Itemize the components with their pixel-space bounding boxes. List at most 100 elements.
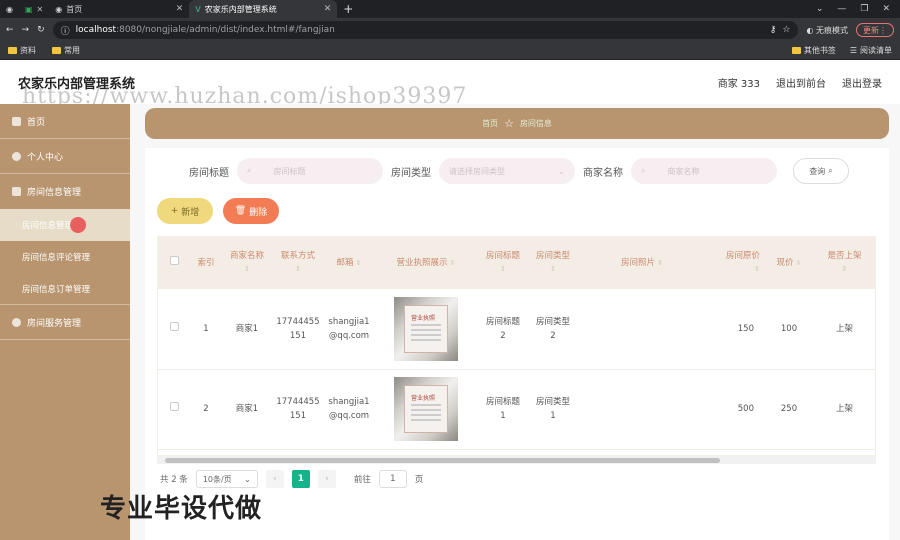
sidebar-sub-room-orders[interactable]: 房间信息订单管理	[0, 273, 130, 305]
star-icon: ☆	[504, 117, 514, 130]
column-header[interactable]: 房间标题 ⇕	[478, 237, 528, 289]
chevron-down-icon[interactable]: ⌄	[816, 4, 824, 14]
content-panel: 房间标题 ⌕ 房间标题 房间类型 请选择房间类型 ⌄ 商家名称 ⌕ 商家名称 查询 ⌕ …	[145, 148, 889, 540]
incognito-indicator[interactable]: ◐ 无痕模式	[806, 25, 848, 36]
cursor-pointer-icon	[70, 217, 86, 233]
update-button[interactable]: 更新 ⋮	[856, 23, 894, 37]
column-header[interactable]: 邮箱 ⇕	[324, 237, 374, 289]
sort-icon: ⇕	[449, 258, 456, 267]
close-icon[interactable]: ✕	[324, 4, 332, 14]
goto-page-input[interactable]: 1	[378, 470, 407, 488]
url-field[interactable]: ⓘ localhost:8080/nongjiale/admin/dist/in…	[52, 21, 799, 39]
cell-photo	[578, 369, 706, 450]
back-to-front-link[interactable]: 退出到前台	[776, 75, 826, 90]
star-icon[interactable]: ☆	[782, 25, 790, 35]
sort-icon: ⇕	[550, 265, 556, 273]
close-icon[interactable]: ✕	[176, 4, 184, 14]
license-image: 营业执照	[394, 377, 458, 441]
sidebar-sub-room-comments[interactable]: 房间信息评论管理	[0, 241, 130, 273]
close-icon[interactable]: ✕	[882, 4, 890, 14]
app-icon: ▣	[24, 4, 33, 14]
sidebar-item-room-service[interactable]: 房间服务管理	[0, 305, 130, 340]
back-icon[interactable]: ←	[6, 25, 14, 35]
table-header-row: 索引 商家名称 ⇕ 联系方式 ⇕ 邮箱 ⇕ 营业执照展示 ⇕ 房间标题 ⇕ 房间类型 ⇕ 房…	[158, 237, 875, 289]
title-label: 房间标题	[189, 167, 229, 179]
type-label: 房间类型	[391, 167, 431, 179]
cell-photo	[578, 289, 706, 370]
column-header[interactable]: 房间类型 ⇕	[528, 237, 578, 289]
bookmark-folder-2[interactable]: 常用	[52, 45, 80, 56]
horizontal-scrollbar[interactable]	[157, 456, 876, 464]
sidebar-item-home[interactable]: 首页	[0, 104, 130, 139]
sort-icon: ⇕	[657, 258, 663, 267]
cell-now-price: 100	[766, 289, 812, 370]
restore-icon[interactable]: ❐	[860, 4, 868, 14]
next-page-button[interactable]: ›	[317, 470, 336, 488]
merchant-label: 商家名称	[583, 167, 623, 179]
page-number-current[interactable]: 1	[291, 470, 310, 488]
bookmark-folder-1[interactable]: 资料	[8, 45, 36, 56]
total-count: 共 2 条	[160, 475, 188, 485]
merchant-search-input[interactable]: ⌕ 商家名称	[631, 158, 777, 184]
column-header[interactable]: 商家名称 ⇕	[222, 237, 272, 289]
column-header[interactable]: 现价 ⇕	[766, 237, 812, 289]
key-icon[interactable]: ⚷	[770, 25, 777, 35]
search-form: 房间标题 ⌕ 房间标题 房间类型 请选择房间类型 ⌄ 商家名称 ⌕ 商家名称 查询 ⌕	[145, 158, 889, 184]
goto-label: 前往	[353, 475, 371, 485]
search-icon: ⌕	[641, 166, 646, 175]
select-all-checkbox[interactable]	[158, 237, 190, 289]
column-header[interactable]: 联系方式 ⇕	[272, 237, 324, 289]
current-user: 商家 333	[717, 78, 760, 90]
type-select[interactable]: 请选择房间类型 ⌄	[439, 158, 575, 184]
search-icon: ⌕	[247, 166, 252, 175]
address-bar-row: ← → ↻ ⓘ localhost:8080/nongjiale/admin/d…	[0, 18, 900, 42]
browser-tab-1[interactable]: ◉	[0, 0, 19, 18]
scrollbar-thumb[interactable]	[165, 458, 720, 463]
sidebar-item-room-info[interactable]: 房间信息管理	[0, 174, 130, 209]
prev-page-button[interactable]: ‹	[265, 470, 284, 488]
browser-tab-home[interactable]: ◉ 首页 ✕	[49, 0, 189, 18]
cell-license[interactable]: 营业执照	[374, 289, 478, 370]
cell-index: 1	[190, 289, 222, 370]
globe-icon: ◉	[6, 4, 13, 14]
column-header[interactable]: 营业执照展示 ⇕	[374, 237, 478, 289]
query-button[interactable]: 查询 ⌕	[793, 158, 849, 184]
sort-icon: ⇕	[795, 258, 802, 267]
forward-icon[interactable]: →	[22, 25, 30, 35]
row-checkbox[interactable]	[158, 289, 190, 370]
cell-title: 房间标题2	[478, 289, 528, 370]
close-icon[interactable]: ✕	[37, 5, 44, 14]
other-bookmarks[interactable]: 其他书签	[791, 45, 836, 56]
sidebar-sub-room-info[interactable]: 房间信息管理	[0, 209, 130, 241]
app-title: 农家乐内部管理系统	[18, 76, 136, 92]
sort-icon: ⇕	[355, 258, 362, 267]
column-header[interactable]: 房间原价 ⇕	[706, 237, 766, 289]
title-search-input[interactable]: ⌕ 房间标题	[237, 158, 383, 184]
column-header[interactable]: 是否上架 ⇕	[812, 237, 875, 289]
sidebar-item-profile[interactable]: 个人中心	[0, 139, 130, 174]
pagination: 共 2 条 10条/页 ⌄ ‹ 1 › 前往 1 页	[160, 470, 423, 488]
breadcrumb: 首页 ☆ 房间信息	[145, 108, 889, 139]
add-button[interactable]: + 新增	[157, 198, 213, 224]
row-checkbox[interactable]	[158, 369, 190, 450]
browser-tab-active[interactable]: V 农家乐内部管理系统 ✕	[189, 0, 338, 18]
info-icon[interactable]: ⓘ	[61, 24, 70, 37]
sort-icon: ⇕	[295, 265, 301, 273]
browser-tab-2[interactable]: ▣ ✕	[19, 0, 49, 18]
cell-price: 150	[706, 289, 766, 370]
page-size-select[interactable]: 10条/页 ⌄	[195, 470, 258, 488]
cell-license[interactable]: 营业执照	[374, 369, 478, 450]
breadcrumb-home[interactable]: 首页	[482, 118, 498, 129]
logout-link[interactable]: 退出登录	[842, 75, 882, 90]
delete-button[interactable]: 🗑 删除	[223, 198, 279, 224]
new-tab-button[interactable]: +	[343, 2, 353, 16]
sort-icon: ⇕	[841, 265, 848, 273]
app-header: 农家乐内部管理系统 商家 333 退出到前台 退出登录	[0, 60, 900, 104]
reload-icon[interactable]: ↻	[37, 25, 45, 35]
sidebar: 首页 个人中心 房间信息管理 房间信息管理 房间信息评论管理 房间信息订单管理 …	[0, 104, 130, 540]
promo-overlay-text: 专业毕设代做	[100, 494, 263, 524]
reading-list[interactable]: ☰ 阅读清单	[850, 45, 892, 56]
column-header[interactable]: 房间照片 ⇕	[578, 237, 706, 289]
sort-icon: ⇕	[244, 265, 250, 273]
minimize-icon[interactable]: —	[837, 4, 846, 14]
